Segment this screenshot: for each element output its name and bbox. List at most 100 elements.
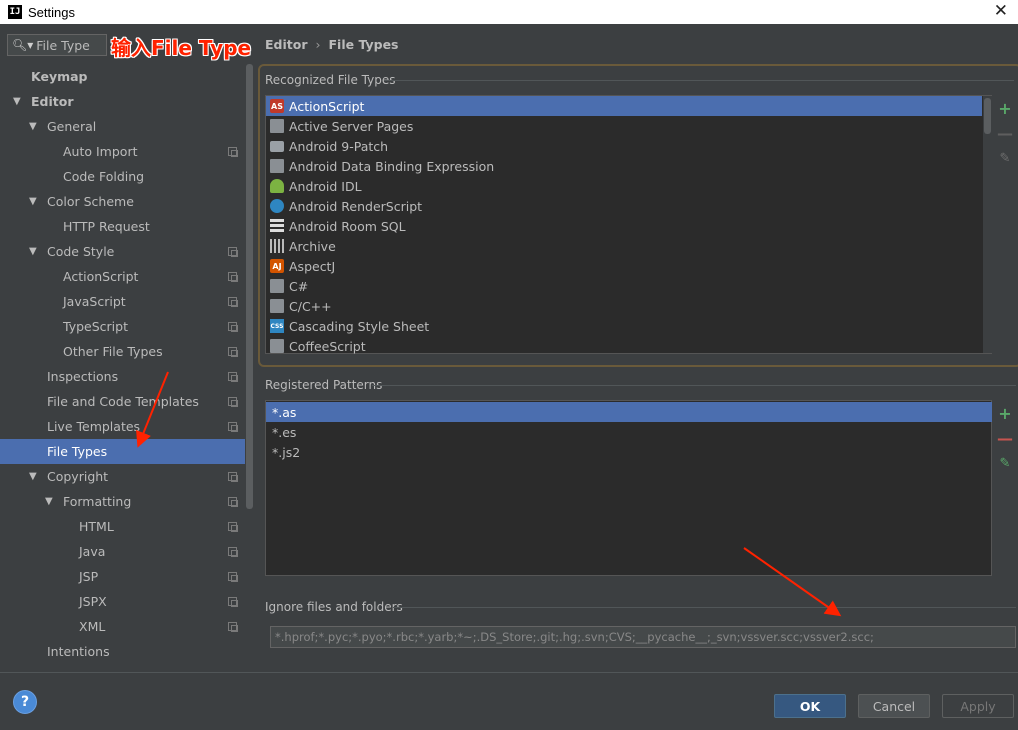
expand-arrow-icon[interactable]: ▼ [29, 121, 39, 132]
file-type-label: Android IDL [289, 178, 362, 194]
expand-arrow-icon[interactable]: ▼ [45, 496, 55, 507]
tree-item-live-templates[interactable]: Live Templates [0, 414, 245, 439]
registered-patterns-list[interactable]: *.as *.es *.js2 [265, 400, 992, 576]
tree-item-label: Intentions [47, 644, 110, 659]
tree-item-label: HTTP Request [63, 219, 150, 234]
settings-search-input[interactable] [36, 37, 101, 53]
project-scope-icon [228, 322, 238, 332]
globe-icon [270, 199, 284, 213]
file-type-row[interactable]: Android RenderScript [266, 196, 982, 216]
tree-item-label: Color Scheme [47, 194, 134, 209]
page-icon [270, 299, 284, 313]
remove-pattern-button[interactable]: — [997, 429, 1013, 448]
file-type-row[interactable]: Android 9-Patch [266, 136, 982, 156]
tree-item-general[interactable]: ▼ General [0, 114, 245, 139]
file-type-row[interactable]: AS ActionScript [266, 96, 982, 116]
expand-arrow-icon[interactable]: ▼ [29, 196, 39, 207]
tree-item-javascript[interactable]: JavaScript [0, 289, 245, 314]
sidebar-scrollbar[interactable] [245, 64, 254, 534]
tree-item-label: JavaScript [63, 294, 126, 309]
apply-button[interactable]: Apply [942, 694, 1014, 718]
file-type-row[interactable]: Archive [266, 236, 982, 256]
page-icon [270, 119, 284, 133]
tree-item-java[interactable]: Java [0, 539, 245, 564]
tree-item-xml[interactable]: XML [0, 614, 245, 639]
add-file-type-button[interactable]: + [997, 99, 1013, 118]
help-button[interactable]: ? [13, 690, 37, 714]
expand-arrow-icon[interactable]: ▼ [13, 96, 23, 107]
cancel-button[interactable]: Cancel [858, 694, 930, 718]
project-scope-icon [228, 272, 238, 282]
project-scope-icon [228, 622, 238, 632]
ok-button[interactable]: OK [774, 694, 846, 718]
tree-item-code-style[interactable]: ▼ Code Style [0, 239, 245, 264]
archive-icon [270, 239, 284, 253]
tree-item-color-scheme[interactable]: ▼ Color Scheme [0, 189, 245, 214]
file-type-row[interactable]: C# [266, 276, 982, 296]
tree-item-html[interactable]: HTML [0, 514, 245, 539]
file-type-row[interactable]: CoffeeScript [266, 336, 982, 356]
project-scope-icon [228, 247, 238, 257]
file-type-row[interactable]: Android Room SQL [266, 216, 982, 236]
pattern-row[interactable]: *.as [266, 402, 992, 422]
tree-item-inspections[interactable]: Inspections [0, 364, 245, 389]
add-pattern-button[interactable]: + [997, 404, 1013, 423]
file-type-row[interactable]: Android Data Binding Expression [266, 156, 982, 176]
tree-item-label: JSPX [79, 594, 107, 609]
tree-item-formatting[interactable]: ▼ Formatting [0, 489, 245, 514]
close-window-button[interactable]: ✕ [994, 1, 1008, 21]
tree-item-label: TypeScript [63, 319, 128, 334]
divider [393, 607, 1016, 608]
edit-file-type-button[interactable]: ✎ [997, 150, 1013, 166]
file-types-panel: Editor › File Types Recognized File Type… [256, 24, 1018, 672]
tree-item-editor[interactable]: ▼ Editor [0, 89, 245, 114]
project-scope-icon [228, 347, 238, 357]
aspectj-icon: AJ [270, 259, 284, 273]
pattern-row[interactable]: *.es [266, 422, 992, 442]
ignore-files-input[interactable]: *.hprof;*.pyc;*.pyo;*.rbc;*.yarb;*~;.DS_… [270, 626, 1016, 648]
file-type-label: Active Server Pages [289, 118, 414, 134]
tree-item-keymap[interactable]: Keymap [0, 64, 245, 89]
file-types-scrollbar-thumb[interactable] [984, 98, 991, 134]
edit-pattern-button[interactable]: ✎ [997, 455, 1013, 471]
tree-item-label: General [47, 119, 97, 134]
settings-search-box[interactable]: 🔍︎▾ [7, 34, 107, 56]
tree-item-http-request[interactable]: HTTP Request [0, 214, 245, 239]
file-type-label: Archive [289, 238, 336, 254]
tree-item-other-file-types[interactable]: Other File Types [0, 339, 245, 364]
file-type-row[interactable]: Android IDL [266, 176, 982, 196]
file-type-label: CoffeeScript [289, 338, 366, 354]
tree-item-file-types[interactable]: File Types [0, 439, 245, 464]
expand-arrow-icon[interactable]: ▼ [29, 471, 39, 482]
tree-item-actionscript[interactable]: ActionScript [0, 264, 245, 289]
intellij-app-icon: IJ [8, 5, 22, 19]
remove-file-type-button[interactable]: — [997, 124, 1013, 143]
settings-sidebar: 🔍︎▾ Keymap ▼ Editor ▼ General Auto Import Code… [0, 24, 255, 672]
dialog-button-bar: ? OK Cancel Apply [0, 672, 1018, 730]
project-scope-icon [228, 522, 238, 532]
file-type-row[interactable]: CSS Cascading Style Sheet [266, 316, 982, 336]
sidebar-scrollbar-thumb[interactable] [246, 64, 253, 509]
tree-item-code-folding[interactable]: Code Folding [0, 164, 245, 189]
tree-item-typescript[interactable]: TypeScript [0, 314, 245, 339]
window-title: Settings [28, 4, 75, 20]
pattern-row[interactable]: *.js2 [266, 442, 992, 462]
project-scope-icon [228, 472, 238, 482]
file-types-scrollbar[interactable] [983, 96, 992, 353]
expand-arrow-icon[interactable]: ▼ [29, 246, 39, 257]
tree-item-intentions[interactable]: Intentions [0, 639, 245, 664]
tree-item-copyright[interactable]: ▼ Copyright [0, 464, 245, 489]
tree-item-file-and-code-templates[interactable]: File and Code Templates [0, 389, 245, 414]
file-type-row[interactable]: Active Server Pages [266, 116, 982, 136]
project-scope-icon [228, 372, 238, 382]
recognized-file-types-list[interactable]: AS ActionScript Active Server Pages Android… [265, 95, 992, 354]
project-scope-icon [228, 147, 238, 157]
breadcrumb-editor[interactable]: Editor [265, 37, 308, 52]
file-type-row[interactable]: AJ AspectJ [266, 256, 982, 276]
tree-item-jspx[interactable]: JSPX [0, 589, 245, 614]
tree-item-auto-import[interactable]: Auto Import [0, 139, 245, 164]
tree-item-label: Code Folding [63, 169, 145, 184]
tree-item-jsp[interactable]: JSP [0, 564, 245, 589]
project-scope-icon [228, 397, 238, 407]
file-type-row[interactable]: C/C++ [266, 296, 982, 316]
